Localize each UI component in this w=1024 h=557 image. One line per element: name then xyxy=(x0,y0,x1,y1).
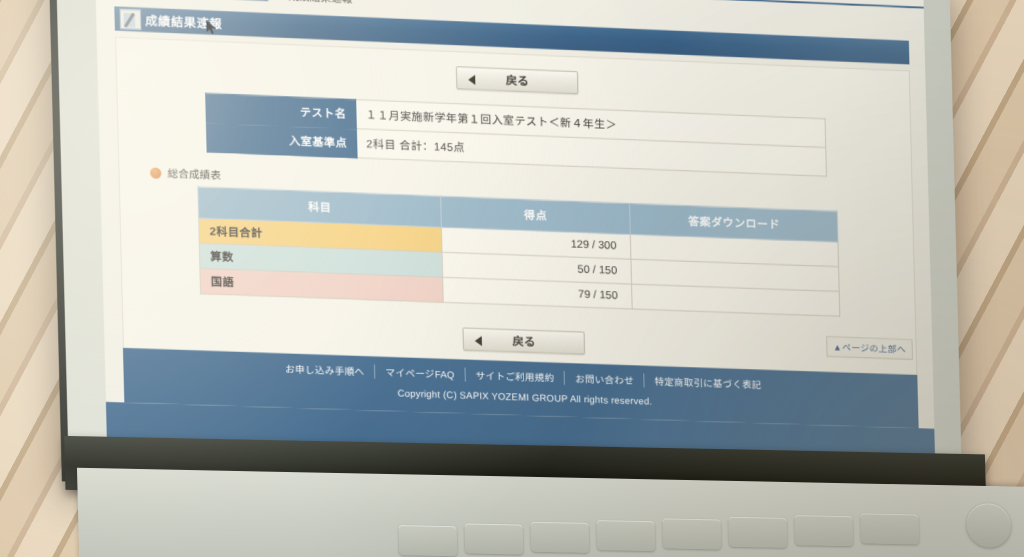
breadcrumb-link-results-list[interactable]: 成績結果速報一覧 xyxy=(183,0,269,3)
keyboard-key[interactable] xyxy=(596,520,655,551)
keyboard-key[interactable] xyxy=(464,523,523,554)
back-button-bottom-label: 戻る xyxy=(512,333,535,350)
keyboard-key[interactable] xyxy=(794,515,853,546)
footer-link-legal[interactable]: 特定商取引に基づく表記 xyxy=(645,374,772,392)
keyboard-key[interactable] xyxy=(860,513,919,544)
laptop-photo-scene: TOP お知らせ テスト申込 イベント申込 成績結果速報 個人情報変更 🏠 TO… xyxy=(0,0,1024,557)
breadcrumb-separator-2: > xyxy=(275,0,282,2)
keyboard-key[interactable] xyxy=(399,525,458,556)
triangle-left-icon xyxy=(468,75,475,85)
orange-dot-icon xyxy=(150,167,162,179)
test-info-table: テスト名 １１月実施新学年第１回入室テスト＜新４年生＞ 入室基準点 2科目 合計… xyxy=(205,93,827,177)
triangle-up-icon: ▲ xyxy=(833,342,842,352)
keyboard-key[interactable] xyxy=(728,517,787,548)
back-button-bottom[interactable]: 戻る xyxy=(462,327,585,354)
keyboard-key[interactable] xyxy=(530,522,589,553)
browser-page: TOP お知らせ テスト申込 イベント申込 成績結果速報 個人情報変更 🏠 TO… xyxy=(94,0,935,476)
laptop-device: TOP お知らせ テスト申込 イベント申込 成績結果速報 個人情報変更 🏠 TO… xyxy=(55,0,1024,557)
pencil-document-icon xyxy=(119,9,141,30)
footer-link-mypage-faq[interactable]: マイページFAQ xyxy=(375,365,466,382)
mouse-cursor xyxy=(206,20,217,35)
pass-score-label: 入室基準点 xyxy=(206,123,357,158)
back-button-top-label: 戻る xyxy=(506,72,529,89)
keyboard-key[interactable] xyxy=(662,518,721,549)
content-card: 戻る テスト名 １１月実施新学年第１回入室テスト＜新４年生＞ 入室基準点 xyxy=(115,37,917,377)
footer-link-contact[interactable]: お問い合わせ xyxy=(565,371,645,388)
overall-results-table: 科目 得点 答案ダウンロード 2科目合計 129 / 300 算数 xyxy=(197,186,840,317)
footer-link-apply-steps[interactable]: お申し込み手順へ xyxy=(275,361,376,378)
back-button-top[interactable]: 戻る xyxy=(456,66,579,94)
triangle-left-icon xyxy=(475,336,482,346)
footer-link-terms[interactable]: サイトご利用規約 xyxy=(466,368,566,385)
back-to-top-link[interactable]: ▲ページの上部へ xyxy=(826,336,913,360)
back-to-top-label: ページの上部へ xyxy=(842,343,906,355)
laptop-lid: TOP お知らせ テスト申込 イベント申込 成績結果速報 個人情報変更 🏠 TO… xyxy=(49,0,963,493)
laptop-screen: TOP お知らせ テスト申込 イベント申込 成績結果速報 個人情報変更 🏠 TO… xyxy=(94,0,935,476)
breadcrumb-current: 成績結果速報 xyxy=(288,0,352,7)
section-heading-label: 総合成績表 xyxy=(167,166,221,183)
